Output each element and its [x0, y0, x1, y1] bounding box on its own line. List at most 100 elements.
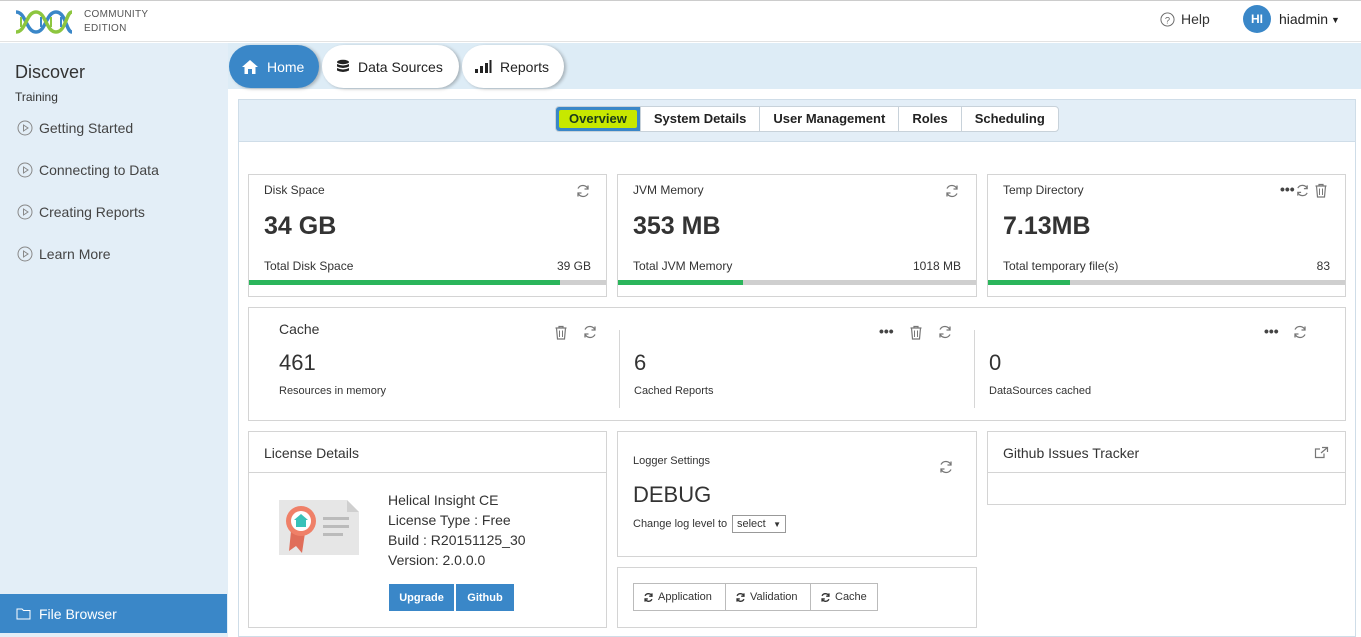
edition-line-1: COMMUNITY [84, 9, 149, 20]
log-level-select-value: select [737, 518, 766, 530]
tab-overview-label: Overview [559, 110, 637, 128]
github-issues-title: Github Issues Tracker [1003, 445, 1140, 461]
datasources-cached-value: 0 [989, 350, 1002, 375]
logger-settings-card: Logger Settings DEBUG Change log level t… [617, 431, 977, 557]
refresh-icon[interactable] [1295, 183, 1310, 198]
change-log-level-label: Change log level to [633, 518, 728, 530]
home-icon [241, 59, 259, 75]
license-type: License Type : Free [388, 512, 511, 528]
temp-directory-value: 7.13MB [1003, 212, 1091, 240]
refresh-application-button[interactable]: Application [633, 583, 726, 611]
user-menu[interactable]: HI hiadmin ▼ [1243, 5, 1340, 33]
tab-home[interactable]: Home [229, 45, 319, 88]
refresh-icon[interactable] [575, 183, 591, 199]
tab-data-sources-label: Data Sources [358, 58, 443, 75]
question-circle-icon: ? [1160, 11, 1175, 27]
logo-icon[interactable] [14, 8, 74, 36]
divider [988, 472, 1345, 473]
avatar: HI [1243, 5, 1271, 33]
refresh-validation-label: Validation [750, 591, 798, 603]
jvm-memory-card: JVM Memory 353 MB Total JVM Memory 1018 … [617, 174, 977, 297]
total-jvm-memory-value: 1018 MB [912, 259, 961, 273]
tab-data-sources[interactable]: Data Sources [322, 45, 459, 88]
tab-scheduling[interactable]: Scheduling [962, 107, 1058, 131]
tab-system-details[interactable]: System Details [641, 107, 761, 131]
total-temp-files-label: Total temporary file(s) [1003, 259, 1119, 273]
sidebar-item-label: Connecting to Data [39, 162, 159, 178]
folder-icon [16, 607, 31, 620]
sidebar-item-label: Creating Reports [39, 204, 145, 220]
sidebar-item-learn-more[interactable]: Learn More [17, 246, 111, 262]
license-card: License Details Helical Insight CE Licen… [248, 431, 607, 628]
help-label: Help [1181, 11, 1210, 27]
jvm-memory-value: 353 MB [633, 212, 721, 240]
temp-progress-fill [988, 280, 1071, 285]
refresh-icon[interactable] [944, 183, 960, 199]
refresh-icon[interactable] [582, 324, 598, 340]
jvm-progress-fill [618, 280, 744, 285]
resources-in-memory-label: Resources in memory [279, 385, 386, 397]
trash-icon[interactable] [1314, 183, 1328, 198]
github-button[interactable]: Github [456, 584, 514, 611]
disk-progress-bar [249, 280, 606, 285]
refresh-icon [735, 592, 746, 603]
sidebar-item-creating-reports[interactable]: Creating Reports [17, 204, 145, 220]
trash-icon[interactable] [909, 325, 923, 340]
cached-reports-value: 6 [634, 350, 647, 375]
refresh-icon[interactable] [1292, 324, 1308, 340]
disk-space-card: Disk Space 34 GB Total Disk Space 39 GB [248, 174, 607, 297]
sidebar-item-connecting-to-data[interactable]: Connecting to Data [17, 162, 159, 178]
refresh-icon [820, 592, 831, 603]
admin-subtabs: Overview System Details User Management … [555, 106, 1059, 132]
total-disk-space-label: Total Disk Space [264, 259, 354, 273]
refresh-button-group: Application Validation Cache [633, 583, 878, 611]
refresh-validation-button[interactable]: Validation [726, 583, 811, 611]
disk-space-value: 34 GB [264, 212, 337, 240]
license-build: Build : R20151125_30 [388, 532, 526, 548]
caret-down-icon: ▼ [773, 519, 781, 529]
file-browser-button[interactable]: File Browser [0, 594, 227, 633]
sidebar-item-getting-started[interactable]: Getting Started [17, 120, 133, 136]
datasources-cached-label: DataSources cached [989, 385, 1092, 397]
jvm-progress-bar [618, 280, 976, 285]
play-circle-icon [17, 204, 33, 220]
play-circle-icon [17, 246, 33, 262]
refresh-icon[interactable] [937, 324, 953, 340]
divider [249, 472, 606, 473]
license-title: License Details [264, 445, 359, 461]
total-temp-files-value: 83 [1316, 259, 1330, 273]
refresh-actions-card: Application Validation Cache [617, 567, 977, 628]
more-icon[interactable]: ••• [1280, 181, 1295, 197]
tab-overview[interactable]: Overview [556, 107, 641, 131]
github-issues-card: Github Issues Tracker [987, 431, 1346, 505]
license-info: Helical Insight CE License Type : Free B… [388, 490, 526, 570]
trash-icon[interactable] [554, 325, 568, 340]
logger-settings-title: Logger Settings [633, 455, 711, 467]
username: hiadmin [1279, 11, 1329, 27]
license-version: Version: 2.0.0.0 [388, 552, 486, 568]
cache-title: Cache [279, 321, 320, 337]
jvm-memory-label: JVM Memory [633, 183, 704, 197]
certificate-icon [279, 497, 359, 559]
database-icon [336, 59, 350, 75]
more-icon[interactable]: ••• [879, 323, 894, 339]
bar-chart-icon [474, 59, 492, 74]
sidebar-title: Discover [15, 62, 86, 82]
log-level-select[interactable]: select ▼ [732, 515, 786, 533]
license-product: Helical Insight CE [388, 492, 499, 508]
play-circle-icon [17, 162, 33, 178]
sidebar-item-label: Getting Started [39, 120, 134, 136]
external-link-icon[interactable] [1314, 446, 1329, 459]
refresh-icon[interactable] [938, 459, 954, 475]
help-link[interactable]: ? Help [1160, 11, 1210, 27]
refresh-cache-button[interactable]: Cache [811, 583, 878, 611]
temp-directory-label: Temp Directory [1003, 183, 1084, 197]
tab-roles[interactable]: Roles [899, 107, 962, 131]
upgrade-button[interactable]: Upgrade [389, 584, 454, 611]
cache-card: Cache 461 Resources in memory ••• 6 Cach… [248, 307, 1346, 421]
more-icon[interactable]: ••• [1264, 323, 1279, 339]
temp-progress-bar [988, 280, 1345, 285]
edition-label: COMMUNITY EDITION [84, 8, 148, 36]
tab-reports[interactable]: Reports [462, 45, 564, 88]
tab-user-management[interactable]: User Management [760, 107, 900, 131]
